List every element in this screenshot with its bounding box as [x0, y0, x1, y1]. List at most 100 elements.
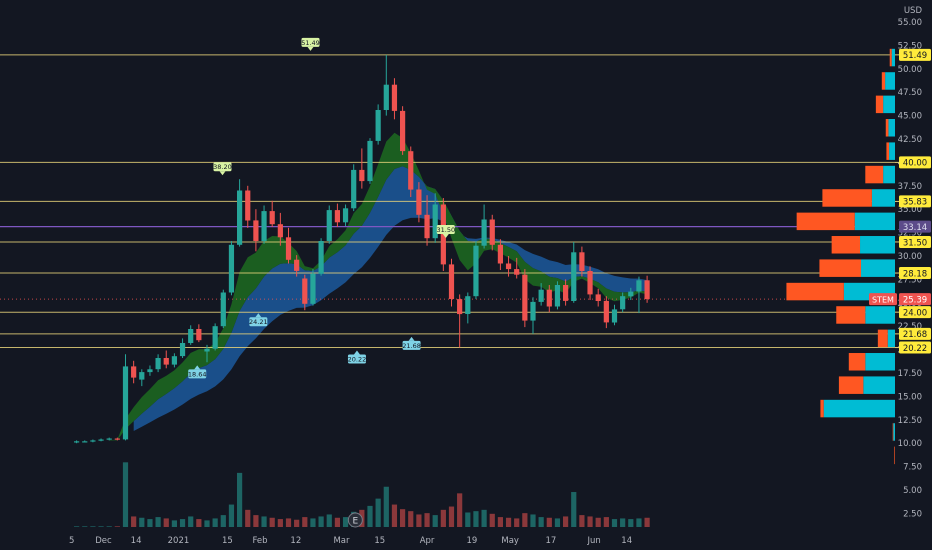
candle-body: [342, 208, 349, 223]
candle-body: [530, 301, 536, 321]
volume-bar: [155, 517, 161, 527]
volume-bar: [82, 526, 88, 527]
profile-bar-up: [885, 72, 895, 90]
candle-body: [122, 366, 129, 440]
x-tick-label: 17: [546, 536, 557, 546]
volume-bar: [131, 516, 137, 527]
candle-body: [285, 237, 292, 260]
candle-body: [644, 280, 650, 300]
profile-bar-up: [883, 95, 895, 114]
y-tick-label: 55.00: [898, 18, 922, 28]
candle-body: [139, 372, 145, 380]
candle-body: [620, 296, 626, 310]
y-tick-label: 37.50: [898, 182, 922, 192]
candle-body: [163, 358, 169, 365]
symbol-badge-label: STEM: [872, 295, 894, 304]
volume-bar: [106, 526, 112, 527]
volume-bar: [416, 514, 422, 527]
profile-bar-down: [892, 423, 894, 441]
candle-body: [179, 343, 186, 357]
annotation-label: 20.22: [348, 356, 367, 364]
annotation-label: 24.21: [249, 318, 268, 326]
volume-bar: [114, 526, 120, 527]
volume-bar: [285, 518, 292, 527]
volume-bar: [497, 517, 503, 527]
profile-bar-down: [848, 353, 866, 371]
y-tick-label: 45.00: [898, 112, 922, 122]
level-badge-label: 31.50: [903, 238, 927, 248]
profile-bar-up: [823, 399, 895, 418]
profile-bar-down: [838, 376, 864, 394]
level-badge-label: 51.49: [903, 51, 927, 61]
profile-bar-down: [822, 189, 872, 207]
profile-bar-up: [883, 165, 895, 184]
candle-body: [269, 211, 275, 225]
volume-bar: [163, 518, 169, 527]
candle-body: [237, 190, 243, 245]
profile-bar-down: [885, 119, 889, 137]
y-tick-label: 15.00: [898, 392, 922, 402]
volume-bar: [147, 519, 153, 527]
x-tick-label: 14: [131, 536, 142, 546]
volume-bar: [139, 517, 145, 527]
volume-bar: [400, 509, 406, 527]
volume-bar: [294, 519, 300, 527]
x-tick-label: 19: [466, 536, 477, 546]
profile-bar-up: [865, 306, 895, 324]
volume-bar: [245, 509, 251, 527]
profile-bar-down: [889, 48, 892, 67]
profile-bar-down: [894, 446, 895, 465]
profile-bar-up: [887, 329, 895, 348]
candle-body: [448, 264, 455, 299]
last-price-badge-label: 25.39: [903, 295, 927, 305]
volume-bar: [595, 517, 601, 527]
profile-bar-up: [863, 376, 895, 394]
candle-body: [579, 252, 585, 271]
candle-body: [628, 291, 634, 297]
earnings-marker-label: E: [352, 517, 358, 527]
volume-bar: [98, 526, 104, 527]
candle-body: [473, 245, 479, 297]
candle-body: [424, 214, 430, 239]
volume-bar: [383, 486, 389, 527]
candle-body: [603, 300, 609, 323]
volume-bar: [237, 472, 243, 527]
candle-body: [74, 441, 80, 443]
x-tick-label: 12: [290, 536, 301, 546]
price-chart[interactable]: 51.49 38.20 31.50 24.21 18.64 20.22 21.68 E USD…: [0, 0, 932, 550]
candle-body: [310, 273, 316, 304]
candle-body: [98, 439, 104, 441]
candle-body: [318, 241, 324, 274]
volume-bar: [563, 516, 569, 527]
candle-body: [188, 329, 194, 343]
candle-body: [595, 294, 601, 301]
candle-body: [563, 285, 569, 301]
profile-bar-down: [796, 212, 855, 231]
candle-body: [514, 269, 520, 275]
candle-body: [416, 189, 422, 215]
x-tick-label: 14: [621, 536, 632, 546]
profile-bar-down: [881, 72, 886, 90]
level-badge-label: 28.18: [903, 269, 927, 279]
candle-body: [351, 169, 357, 209]
volume-bar: [489, 513, 495, 527]
candle-body: [114, 438, 120, 440]
annotation-label: 18.64: [188, 370, 207, 378]
level-badge-label: 21.68: [903, 330, 927, 340]
volume-bar: [212, 518, 218, 527]
volume-bar: [228, 504, 235, 527]
volume-bar: [302, 517, 308, 527]
volume-bar: [90, 526, 96, 527]
volume-bar: [204, 520, 210, 527]
profile-bar-down: [877, 329, 888, 348]
candle-body: [505, 263, 512, 270]
highlight-badge-label: 33.14: [903, 223, 927, 233]
profile-bar-down: [886, 142, 890, 160]
volume-bar: [628, 519, 634, 527]
volume-bar: [432, 515, 438, 527]
volume-bar: [424, 513, 430, 527]
y-tick-label: 30.00: [898, 252, 922, 262]
volume-bar: [448, 506, 455, 527]
candle-body: [400, 110, 406, 152]
profile-bar-up: [888, 119, 895, 137]
